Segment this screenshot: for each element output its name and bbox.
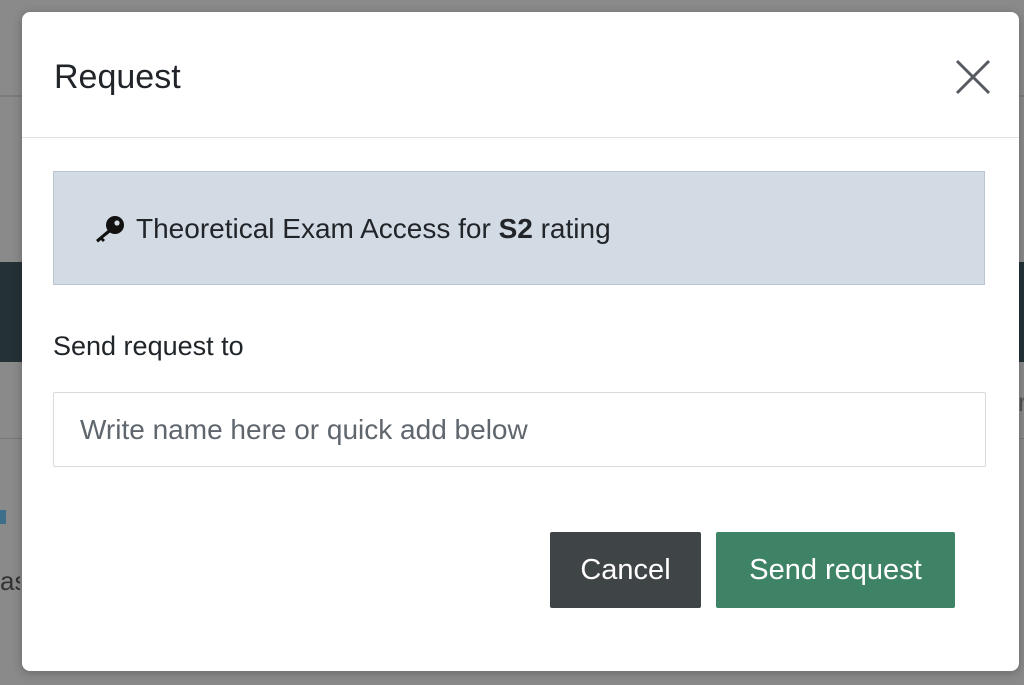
request-modal: Request Theoretical Exam Access for S2 r… [22, 12, 1019, 671]
background-link-fragment [0, 510, 6, 524]
rating-name: S2 [498, 213, 533, 244]
info-text: Theoretical Exam Access for S2 rating [92, 211, 611, 247]
info-alert: Theoretical Exam Access for S2 rating [53, 171, 985, 285]
background-text-fragment-left: as [0, 566, 20, 596]
info-text-suffix: rating [532, 213, 611, 244]
recipient-input[interactable] [53, 392, 986, 467]
send-request-button[interactable]: Send request [716, 532, 955, 608]
close-button[interactable] [950, 54, 996, 100]
send-to-label: Send request to [53, 331, 244, 361]
info-text-prefix: Theoretical Exam Access for [136, 213, 499, 244]
close-icon [955, 59, 991, 95]
cancel-button[interactable]: Cancel [550, 532, 701, 608]
modal-title: Request [54, 58, 181, 96]
modal-header: Request [22, 12, 1019, 138]
key-icon [96, 216, 124, 243]
